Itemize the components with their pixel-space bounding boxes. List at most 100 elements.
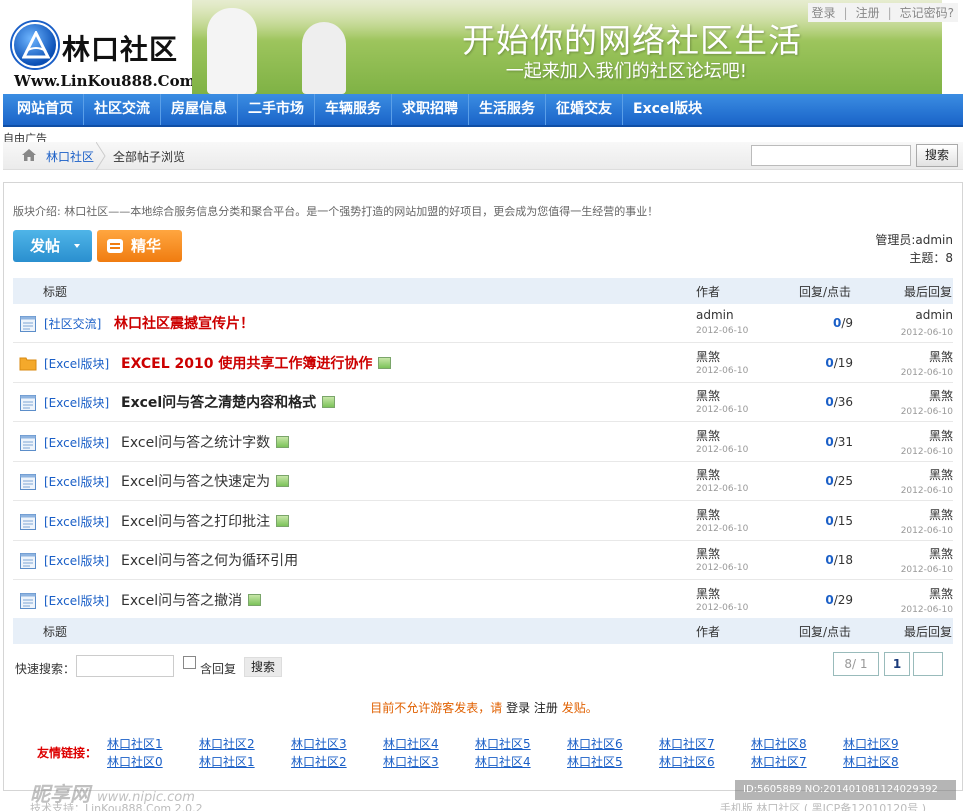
thread-title[interactable]: Excel问与答之何为循环引用 [121, 553, 298, 569]
thread-category[interactable]: [Excel版块] [44, 513, 109, 530]
thread-title[interactable]: EXCEL 2010 使用共享工作簿进行协作 [121, 356, 372, 372]
thread-category[interactable]: [社区交流] [44, 315, 101, 332]
breadcrumb-home-link[interactable]: 林口社区 [46, 148, 94, 165]
thread-author[interactable]: 黑煞 [696, 348, 720, 365]
site-logo[interactable]: 林口社区 Www.LinKou888.Com [10, 20, 196, 90]
friend-link[interactable]: 林口社区5 [567, 753, 623, 770]
friend-link[interactable]: 林口社区9 [843, 735, 899, 752]
thread-title-wrap: Excel问与答之清楚内容和格式 [121, 392, 336, 412]
friend-link[interactable]: 林口社区2 [199, 735, 255, 752]
quick-search-button[interactable]: 搜索 [244, 657, 282, 677]
thread-title[interactable]: Excel问与答之统计字数 [121, 435, 270, 451]
nav-item-community[interactable]: 社区交流 [84, 94, 161, 125]
table-row[interactable]: [Excel版块] Excel问与答之撤消 黑煞 2012-06-10 0/29 黑煞 20… [13, 581, 953, 620]
nav-item-housing[interactable]: 房屋信息 [161, 94, 238, 125]
friend-link[interactable]: 林口社区3 [291, 735, 347, 752]
nav-item-jobs[interactable]: 求职招聘 [392, 94, 469, 125]
friend-link[interactable]: 林口社区6 [567, 735, 623, 752]
thread-date: 2012-06-10 [696, 563, 749, 573]
search-button[interactable]: 搜索 [916, 144, 958, 167]
thread-category[interactable]: [Excel版块] [44, 355, 109, 372]
login-link[interactable]: 登录 [812, 6, 836, 20]
last-reply-user[interactable]: 黑煞 [929, 348, 953, 365]
last-reply-user[interactable]: 黑煞 [929, 466, 953, 483]
breadcrumb-current: 全部帖子浏览 [113, 150, 186, 164]
reply-count: 0 [825, 553, 834, 567]
nav-item-dating[interactable]: 征婚交友 [546, 94, 623, 125]
include-replies-label: 含回复 [200, 662, 237, 676]
new-post-button[interactable]: 发帖 [13, 230, 92, 262]
friend-link[interactable]: 林口社区4 [383, 735, 439, 752]
notice-login-link[interactable]: 登录 [506, 701, 530, 715]
last-reply-user[interactable]: 黑煞 [929, 387, 953, 404]
thread-title[interactable]: Excel问与答之快速定为 [121, 474, 270, 490]
thread-author[interactable]: 黑煞 [696, 427, 720, 444]
thread-title[interactable]: Excel问与答之打印批注 [121, 514, 270, 530]
friend-link[interactable]: 林口社区0 [107, 753, 163, 770]
friend-link[interactable]: 林口社区7 [659, 735, 715, 752]
thread-author[interactable]: 黑煞 [696, 545, 720, 562]
table-row[interactable]: [Excel版块] EXCEL 2010 使用共享工作簿进行协作 黑煞 2012-06… [13, 344, 953, 383]
thread-title-wrap: Excel问与答之何为循环引用 [121, 550, 298, 570]
table-row[interactable]: [Excel版块] Excel问与答之何为循环引用 黑煞 2012-06-10 0/18… [13, 541, 953, 580]
table-row[interactable]: [Excel版块] Excel问与答之打印批注 黑煞 2012-06-10 0/15 黑煞… [13, 502, 953, 541]
thread-author[interactable]: 黑煞 [696, 387, 720, 404]
thread-category[interactable]: [Excel版块] [44, 592, 109, 609]
breadcrumb-separator-icon [96, 142, 106, 170]
home-icon[interactable] [21, 148, 37, 165]
thread-title[interactable]: Excel问与答之撤消 [121, 593, 242, 609]
view-count: /36 [833, 395, 853, 409]
thread-date: 2012-06-10 [696, 365, 749, 376]
digest-button[interactable]: 精华 [97, 230, 182, 262]
table-row[interactable]: [Excel版块] Excel问与答之清楚内容和格式 黑煞 2012-06-10 0/3… [13, 383, 953, 422]
pager-current-page[interactable]: 1 [884, 652, 910, 676]
thread-category[interactable]: [Excel版块] [44, 394, 109, 411]
include-replies-checkbox[interactable] [183, 656, 196, 669]
nav-item-market[interactable]: 二手市场 [238, 94, 315, 125]
thread-category[interactable]: [Excel版块] [44, 434, 109, 451]
banner-figure-image [207, 8, 257, 94]
last-reply-user[interactable]: 黑煞 [929, 427, 953, 444]
friend-link[interactable]: 林口社区4 [475, 753, 531, 770]
last-reply-user[interactable]: admin [915, 308, 953, 322]
thread-category[interactable]: [Excel版块] [44, 473, 109, 490]
search-input[interactable] [751, 145, 911, 166]
friend-link[interactable]: 林口社区8 [751, 735, 807, 752]
thread-stats: 0/15 [825, 514, 853, 528]
nav-item-life[interactable]: 生活服务 [469, 94, 546, 125]
forgot-password-link[interactable]: 忘记密码? [900, 6, 954, 20]
thread-author[interactable]: 黑煞 [696, 506, 720, 523]
banner-title: 开始你的网络社区生活 [462, 21, 802, 60]
quick-search-input[interactable] [76, 655, 174, 677]
friend-link[interactable]: 林口社区1 [107, 735, 163, 752]
chat-bubble-icon [107, 239, 123, 253]
friend-link[interactable]: 林口社区2 [291, 753, 347, 770]
pager-jump-input[interactable] [913, 652, 943, 676]
friend-link[interactable]: 林口社区8 [843, 753, 899, 770]
last-reply-user[interactable]: 黑煞 [929, 506, 953, 523]
table-row[interactable]: [Excel版块] Excel问与答之统计字数 黑煞 2012-06-10 0/31 黑煞… [13, 423, 953, 462]
last-reply-user[interactable]: 黑煞 [929, 545, 953, 562]
nav-item-vehicles[interactable]: 车辆服务 [315, 94, 392, 125]
thread-title[interactable]: Excel问与答之清楚内容和格式 [121, 395, 316, 411]
thread-author[interactable]: admin [696, 308, 734, 322]
friend-link[interactable]: 林口社区3 [383, 753, 439, 770]
thread-author[interactable]: 黑煞 [696, 466, 720, 483]
friend-link[interactable]: 林口社区6 [659, 753, 715, 770]
friend-link[interactable]: 林口社区7 [751, 753, 807, 770]
notice-register-link[interactable]: 注册 [534, 701, 558, 715]
friend-link[interactable]: 林口社区1 [199, 753, 255, 770]
friend-links-label: 友情链接： [37, 746, 98, 760]
nav-item-home[interactable]: 网站首页 [7, 94, 84, 125]
table-row[interactable]: [社区交流] 林口社区震撼宣传片！ admin 2012-06-10 0/9 admin 2… [13, 304, 953, 343]
nav-item-excel[interactable]: Excel版块 [623, 94, 712, 125]
thread-author[interactable]: 黑煞 [696, 585, 720, 602]
thread-icon [19, 394, 37, 415]
thread-title[interactable]: 林口社区震撼宣传片！ [114, 316, 254, 332]
friend-link[interactable]: 林口社区5 [475, 735, 531, 752]
register-link[interactable]: 注册 [856, 6, 880, 20]
thread-category[interactable]: [Excel版块] [44, 552, 109, 569]
table-row[interactable]: [Excel版块] Excel问与答之快速定为 黑煞 2012-06-10 0/25 黑煞… [13, 462, 953, 501]
forum-main: 版块介绍: 林口社区——本地综合服务信息分类和聚合平台。是一个强势打造的网站加盟… [3, 182, 963, 791]
last-reply-user[interactable]: 黑煞 [929, 585, 953, 602]
